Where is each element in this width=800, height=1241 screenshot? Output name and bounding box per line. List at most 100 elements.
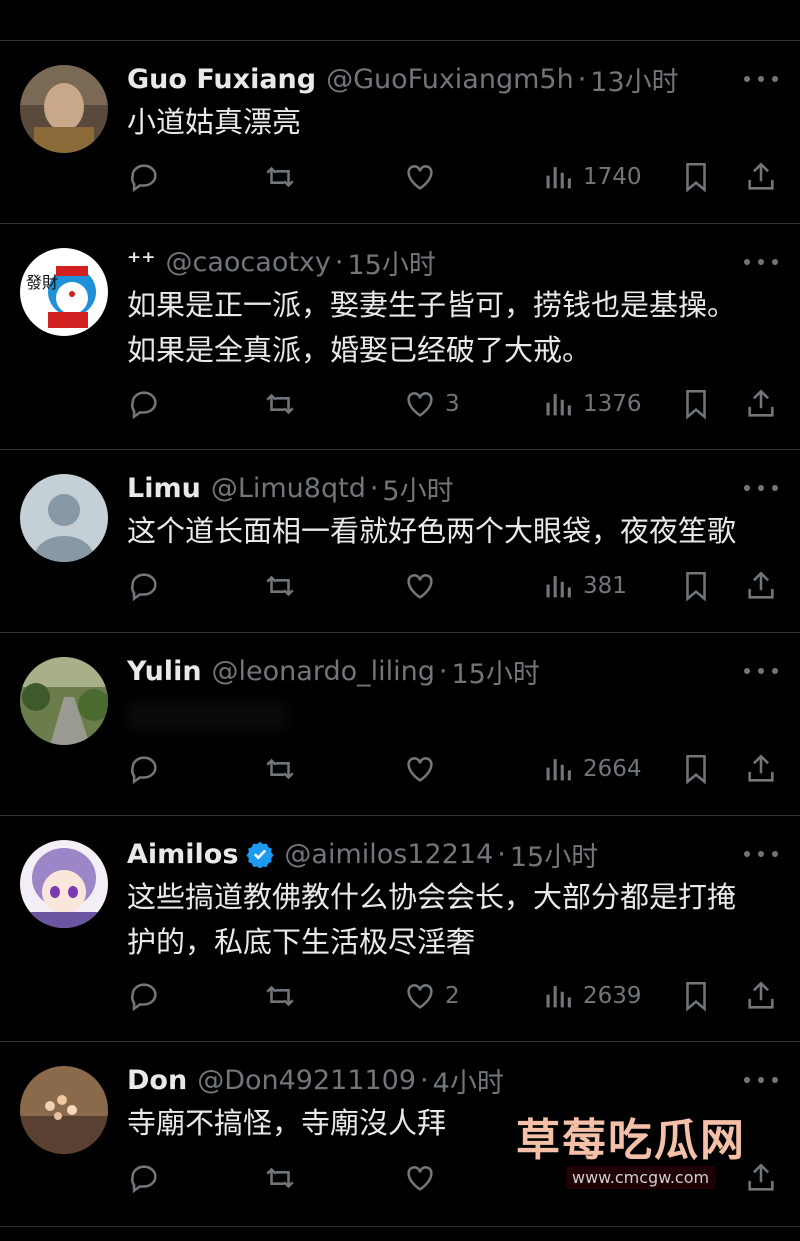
reply-icon xyxy=(131,983,157,1012)
retweet-button[interactable] xyxy=(263,157,305,197)
reply-icon xyxy=(131,573,157,602)
views-button[interactable]: 2639 xyxy=(541,976,642,1016)
action-bar: 2 2639 xyxy=(127,976,780,1016)
avatar[interactable]: 發財 xyxy=(20,248,108,336)
share-button[interactable] xyxy=(744,749,778,789)
share-button[interactable] xyxy=(744,976,778,1016)
reply-button[interactable] xyxy=(127,1158,169,1198)
bookmark-button[interactable] xyxy=(679,566,713,606)
views-button[interactable]: 1740 xyxy=(541,157,642,197)
avatar[interactable] xyxy=(20,65,108,153)
like-button[interactable]: 3 xyxy=(403,384,460,424)
reply-button[interactable] xyxy=(127,157,169,197)
timestamp[interactable]: 15小时 xyxy=(510,836,598,873)
share-button[interactable] xyxy=(744,384,778,424)
user-handle[interactable]: @caocaotxy xyxy=(166,247,331,278)
retweet-button[interactable] xyxy=(263,749,305,789)
share-icon xyxy=(748,571,774,599)
display-name[interactable]: Limu xyxy=(127,473,201,504)
blurred-text xyxy=(127,701,287,731)
separator: · xyxy=(369,472,379,504)
retweet-button[interactable] xyxy=(263,1158,305,1198)
share-icon xyxy=(748,162,774,190)
retweet-button[interactable] xyxy=(263,384,305,424)
bookmark-button[interactable] xyxy=(679,157,713,197)
reply-tweet[interactable]: Yulin @leonardo_liling · 15小时 2664 xyxy=(0,633,800,816)
timestamp[interactable]: 4小时 xyxy=(433,1062,504,1099)
more-icon[interactable] xyxy=(744,661,778,681)
share-icon xyxy=(748,754,774,782)
watermark-url: www.cmcgw.com xyxy=(566,1166,716,1189)
tweet-line: 护的，私底下生活极尽淫奢 xyxy=(127,925,476,959)
user-handle[interactable]: @Don49211109 xyxy=(197,1065,416,1096)
like-button[interactable] xyxy=(403,566,445,606)
user-handle[interactable]: @leonardo_liling xyxy=(212,656,435,687)
reply-button[interactable] xyxy=(127,384,169,424)
more-icon[interactable] xyxy=(744,69,778,89)
views-icon xyxy=(546,394,571,416)
bookmark-button[interactable] xyxy=(679,384,713,424)
more-icon[interactable] xyxy=(744,1070,778,1090)
share-button[interactable] xyxy=(744,157,778,197)
reply-icon xyxy=(131,756,157,785)
display-name[interactable]: ⁺⁺ xyxy=(127,247,156,278)
bookmark-button[interactable] xyxy=(679,749,713,789)
tweet-header: Yulin @leonardo_liling · 15小时 xyxy=(127,653,730,690)
reply-button[interactable] xyxy=(127,976,169,1016)
bookmark-button[interactable] xyxy=(679,976,713,1016)
reply-tweet[interactable]: Limu @Limu8qtd · 5小时 这个道长面相一看就好色两个大眼袋，夜夜… xyxy=(0,450,800,633)
avatar[interactable] xyxy=(20,657,108,745)
display-name[interactable]: Don xyxy=(127,1065,187,1096)
avatar[interactable] xyxy=(20,840,108,928)
reply-tweet[interactable]: Guo Fuxiang @GuoFuxiangm5h · 13小时 小道姑真漂亮… xyxy=(0,41,800,224)
action-bar: 381 xyxy=(127,566,780,606)
timestamp[interactable]: 15小时 xyxy=(451,653,539,690)
user-handle[interactable]: @Limu8qtd xyxy=(211,473,366,504)
user-handle[interactable]: @aimilos12214 xyxy=(284,839,493,870)
more-icon[interactable] xyxy=(744,252,778,272)
timestamp[interactable]: 5小时 xyxy=(382,470,453,507)
display-name[interactable]: Guo Fuxiang xyxy=(127,64,316,95)
avatar[interactable] xyxy=(20,474,108,562)
avatar-garden-photo xyxy=(20,657,108,745)
bookmark-icon xyxy=(686,389,706,420)
views-icon xyxy=(546,167,571,189)
user-handle[interactable]: @GuoFuxiangm5h xyxy=(326,64,574,95)
bookmark-icon xyxy=(686,162,706,193)
more-icon[interactable] xyxy=(744,844,778,864)
tweet-line: 如果是全真派，婚娶已经破了大戒。 xyxy=(127,333,592,367)
reply-button[interactable] xyxy=(127,749,169,789)
timestamp[interactable]: 15小时 xyxy=(347,244,435,281)
action-bar: 1740 xyxy=(127,157,780,197)
top-divider xyxy=(0,0,800,41)
reply-icon xyxy=(131,391,157,420)
like-icon xyxy=(407,574,433,599)
views-button[interactable]: 381 xyxy=(541,566,627,606)
like-icon xyxy=(407,984,433,1009)
like-button[interactable] xyxy=(403,157,445,197)
like-count: 2 xyxy=(445,983,460,1009)
reply-tweet[interactable]: 發財 ⁺⁺ @caocaotxy · 15小时 如果是正一派，娶妻生子皆可，捞钱… xyxy=(0,224,800,450)
reply-tweet[interactable]: Aimilos @aimilos12214 · 15小时 这些搞道教佛教什么协会… xyxy=(0,816,800,1042)
avatar[interactable] xyxy=(20,1066,108,1154)
verified-badge-icon[interactable] xyxy=(246,840,274,868)
share-button[interactable] xyxy=(744,566,778,606)
share-button[interactable] xyxy=(744,1158,778,1198)
reply-button[interactable] xyxy=(127,566,169,606)
like-button[interactable] xyxy=(403,749,445,789)
bookmark-icon xyxy=(686,571,706,602)
timestamp[interactable]: 13小时 xyxy=(590,61,678,98)
share-icon xyxy=(748,389,774,417)
more-icon[interactable] xyxy=(744,478,778,498)
views-button[interactable]: 2664 xyxy=(541,749,642,789)
views-button[interactable]: 1376 xyxy=(541,384,642,424)
display-name[interactable]: Yulin xyxy=(127,656,202,687)
retweet-icon xyxy=(266,393,294,415)
like-button[interactable]: 2 xyxy=(403,976,460,1016)
retweet-button[interactable] xyxy=(263,976,305,1016)
avatar-text: 發財 xyxy=(26,273,58,292)
retweet-button[interactable] xyxy=(263,566,305,606)
like-button[interactable] xyxy=(403,1158,445,1198)
tweet-line: 这个道长面相一看就好色两个大眼袋，夜夜笙歌 xyxy=(127,514,737,548)
display-name[interactable]: Aimilos xyxy=(127,839,238,870)
